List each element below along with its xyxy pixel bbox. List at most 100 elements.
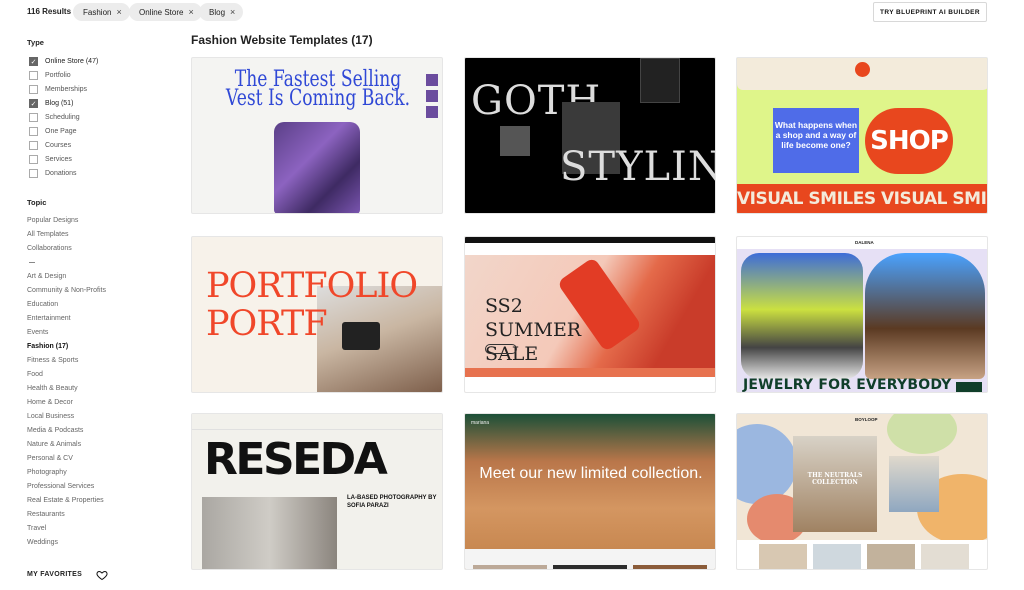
topic-personal-cv[interactable]: Personal & CV [27,455,73,462]
template-preview-thumbnail [426,74,438,86]
type-filter-donations[interactable]: Donations [29,169,77,178]
topic-restaurants[interactable]: Restaurants [27,511,65,518]
template-preview-shape [737,424,797,504]
close-icon[interactable]: × [230,7,235,17]
topic-heading: Topic [27,198,47,207]
type-filter-online-store[interactable]: ✓ Online Store (47) [29,57,98,66]
template-preview-brand: DALENA [855,240,874,245]
type-filter-label: Donations [45,170,77,177]
template-card[interactable]: mariana Meet our new limited collection. [464,413,716,570]
template-preview-button [485,344,517,354]
close-icon[interactable]: × [188,7,193,17]
template-card[interactable]: The Fastest Selling Vest Is Coming Back. [191,57,443,214]
filter-chip-online-store[interactable]: Online Store × [129,3,202,21]
checkbox-icon[interactable] [29,155,38,164]
type-filter-blog[interactable]: ✓ Blog (51) [29,99,73,108]
checkbox-icon[interactable] [29,141,38,150]
template-preview-headline: PORTFOLIO PORTF [206,266,418,344]
template-preview-thumbnail [473,565,547,569]
topic-professional-services[interactable]: Professional Services [27,483,94,490]
template-preview-headline: SS2 SUMMER SALE [485,295,582,365]
type-filter-portfolio[interactable]: Portfolio [29,71,71,80]
checkbox-checked-icon[interactable]: ✓ [29,57,38,66]
topic-community[interactable]: Community & Non-Profits [27,287,106,294]
type-heading: Type [27,38,44,47]
topic-events[interactable]: Events [27,329,48,336]
checkbox-icon[interactable] [29,71,38,80]
topic-nature-animals[interactable]: Nature & Animals [27,441,81,448]
template-preview-button [956,382,982,392]
try-blueprint-ai-builder-button[interactable]: TRY BLUEPRINT AI BUILDER [873,2,987,22]
camera-icon [342,322,380,350]
type-filter-label: Scheduling [45,114,80,121]
topic-popular-designs[interactable]: Popular Designs [27,217,78,224]
topic-travel[interactable]: Travel [27,525,46,532]
checkbox-icon[interactable] [29,85,38,94]
filter-chip-fashion[interactable]: Fashion × [73,3,130,21]
template-preview-subtitle: LA-BASED PHOTOGRAPHY BY SOFIA PARAZI [347,495,437,509]
topic-fashion[interactable]: Fashion (17) [27,343,68,350]
type-filter-services[interactable]: Services [29,155,72,164]
checkbox-icon[interactable] [29,127,38,136]
checkbox-icon[interactable] [29,113,38,122]
my-favorites-label[interactable]: MY FAVORITES [27,571,82,578]
template-preview-banner: VISUAL SMILES VISUAL SMILES VISUAL SMILE… [737,184,987,213]
topic-all-templates[interactable]: All Templates [27,231,69,238]
template-preview-thumbnail [553,565,627,569]
template-preview-image [640,58,680,103]
template-card[interactable]: PORTFOLIO PORTF [191,236,443,393]
type-filter-courses[interactable]: Courses [29,141,71,150]
template-card[interactable]: GOTH STYLING [464,57,716,214]
topic-weddings[interactable]: Weddings [27,539,58,546]
type-filter-memberships[interactable]: Memberships [29,85,87,94]
template-preview-thumbnail [426,90,438,102]
template-preview-thumbnail [426,106,438,118]
topic-art-design[interactable]: Art & Design [27,273,66,280]
results-count: 116 Results [27,7,72,16]
topic-photography[interactable]: Photography [27,469,67,476]
template-preview-headline: THE NEUTRALS COLLECTION [807,472,863,486]
template-card[interactable]: BOYLOOP THE NEUTRALS COLLECTION [736,413,988,570]
template-preview-thumbnail [813,544,861,569]
filter-chip-label: Online Store [139,7,184,17]
topic-entertainment[interactable]: Entertainment [27,315,71,322]
template-preview-thumbnail [867,544,915,569]
topic-education[interactable]: Education [27,301,58,308]
type-filter-label: Online Store (47) [45,58,99,65]
template-card[interactable]: What happens when a shop and a way of li… [736,57,988,214]
filter-chip-label: Fashion [83,7,112,17]
template-card[interactable]: RESEDA LA-BASED PHOTOGRAPHY BY SOFIA PAR… [191,413,443,570]
type-filter-scheduling[interactable]: Scheduling [29,113,80,122]
heart-icon[interactable] [96,569,108,581]
checkbox-checked-icon[interactable]: ✓ [29,99,38,108]
topic-local-business[interactable]: Local Business [27,413,74,420]
type-filter-one-page[interactable]: One Page [29,127,77,136]
template-preview-headline: STYLING [560,144,715,190]
divider [29,262,35,263]
type-filter-label: Blog (51) [45,100,74,107]
template-preview-brand: BOYLOOP [855,417,878,422]
topic-real-estate[interactable]: Real Estate & Properties [27,497,104,504]
page-title: Fashion Website Templates (17) [191,33,373,47]
template-preview-headline: JEWELRY FOR EVERYBODY [743,377,952,393]
filter-chip-blog[interactable]: Blog × [199,3,244,21]
template-card[interactable]: DALENA JEWELRY FOR EVERYBODY [736,236,988,393]
topic-collaborations[interactable]: Collaborations [27,245,72,252]
topic-fitness-sports[interactable]: Fitness & Sports [27,357,78,364]
template-preview-brand: mariana [471,420,490,426]
template-preview-thumbnail [633,565,707,569]
template-preview-thumbnail [759,544,807,569]
filter-chip-label: Blog [209,7,226,17]
topic-media-podcasts[interactable]: Media & Podcasts [27,427,83,434]
topic-home-decor[interactable]: Home & Decor [27,399,73,406]
template-card[interactable]: SS2 SUMMER SALE [464,236,716,393]
logo [855,62,870,77]
topic-food[interactable]: Food [27,371,43,378]
close-icon[interactable]: × [116,7,121,17]
template-preview-header [192,414,442,430]
type-filter-label: Memberships [45,86,88,93]
template-preview-image [889,456,939,512]
template-preview-headline: RESEDA [204,434,388,485]
checkbox-icon[interactable] [29,169,38,178]
topic-health-beauty[interactable]: Health & Beauty [27,385,78,392]
